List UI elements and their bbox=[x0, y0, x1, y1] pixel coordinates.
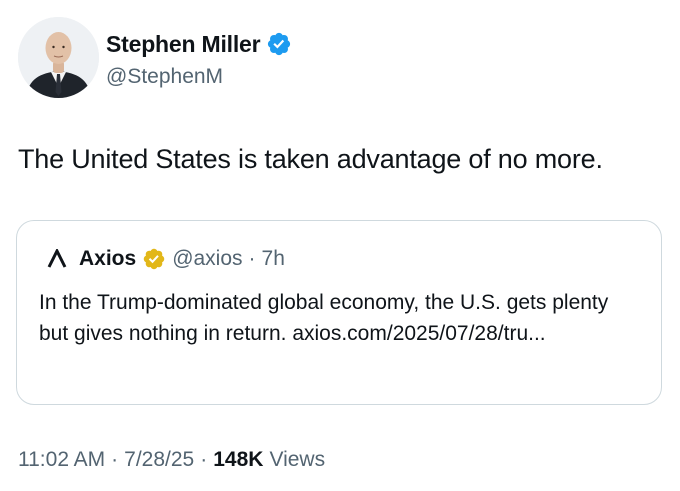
meta-separator-2: · bbox=[200, 448, 208, 471]
author-name-row: Stephen Miller bbox=[106, 30, 292, 58]
tweet-time[interactable]: 11:02 AM bbox=[18, 448, 105, 472]
views-count[interactable]: 148K bbox=[213, 448, 263, 472]
author-handle[interactable]: @StephenM bbox=[106, 64, 223, 90]
views-label: Views bbox=[269, 448, 326, 471]
author-display-name[interactable]: Stephen Miller bbox=[106, 30, 261, 58]
quoted-separator: · bbox=[248, 247, 256, 270]
quoted-tweet-text: In the Trump-dominated global economy, t… bbox=[39, 291, 609, 345]
axios-logo-icon[interactable] bbox=[47, 249, 67, 269]
quoted-tweet-header: Axios @axios · 7h bbox=[47, 247, 285, 271]
verified-badge-icon[interactable] bbox=[266, 31, 292, 57]
quoted-author-name[interactable]: Axios bbox=[79, 247, 136, 271]
quoted-handle[interactable]: @axios bbox=[172, 247, 242, 271]
gold-verified-badge-icon bbox=[143, 248, 165, 270]
author-avatar[interactable] bbox=[18, 17, 99, 98]
quoted-tweet-card[interactable]: Axios @axios · 7h In the Trump-dominated… bbox=[16, 220, 662, 405]
tweet-meta: 11:02 AM · 7/28/25 · 148K Views bbox=[18, 448, 325, 472]
meta-separator-1: · bbox=[111, 448, 119, 471]
quoted-time[interactable]: 7h bbox=[262, 247, 285, 271]
tweet-text: The United States is taken advantage of … bbox=[18, 144, 603, 174]
tweet-date[interactable]: 7/28/25 bbox=[124, 448, 194, 472]
